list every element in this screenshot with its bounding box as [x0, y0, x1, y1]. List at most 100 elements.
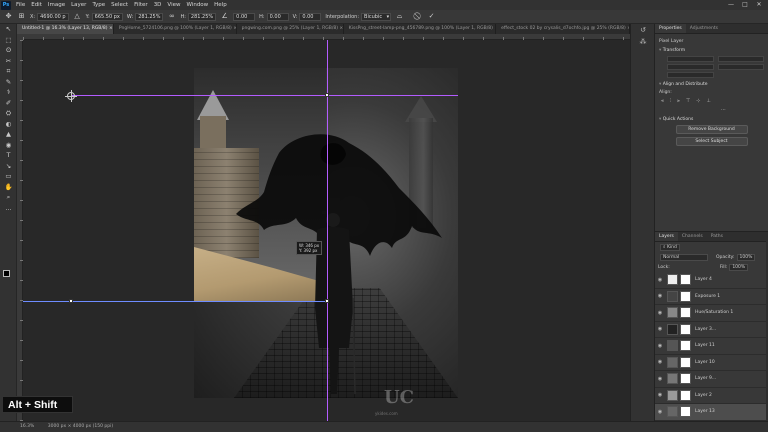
layer-mask-thumbnail[interactable]	[680, 356, 691, 368]
align-right-icon[interactable]: ⫸	[677, 98, 680, 104]
menu-help[interactable]: Help	[211, 0, 230, 10]
tool-icon-9[interactable]: ◐	[0, 119, 17, 130]
transform-handle-bottom-right[interactable]	[325, 299, 329, 303]
commit-transform-icon[interactable]: ✓	[427, 12, 436, 21]
reference-point-crosshair-icon[interactable]	[65, 90, 77, 102]
tool-icon-1[interactable]: ⬚	[0, 35, 17, 46]
tab-effect-stock[interactable]: effect_stock 02 by crysalis_d7ochfo.jpg …	[496, 24, 630, 34]
layer-mask-thumbnail[interactable]	[680, 274, 691, 286]
v-skew-value[interactable]: 0.00	[299, 12, 322, 21]
delta-icon[interactable]: △	[73, 12, 82, 21]
move-tool-icon[interactable]: ✥	[4, 12, 13, 21]
canvas-area[interactable]: W: 346 px Y: 392 px UC ykides.com	[23, 40, 630, 421]
visibility-eye-icon[interactable]: ◉	[655, 293, 665, 299]
transform-y-field[interactable]	[717, 64, 764, 70]
tool-icon-10[interactable]: ▲	[0, 129, 17, 140]
layer-row[interactable]: ◉ Layer 4	[655, 272, 768, 289]
y-field[interactable]: Y: 665.50 px	[86, 12, 123, 21]
warp-icon[interactable]: ⌓	[395, 12, 404, 21]
opacity-input[interactable]: 100%	[736, 253, 756, 261]
menu-select[interactable]: Select	[108, 0, 131, 10]
h-skew-field[interactable]: H: 0.00	[259, 12, 289, 21]
transform-section-title[interactable]: Transform	[659, 48, 764, 53]
tool-icon-7[interactable]: ✐	[0, 98, 17, 109]
visibility-eye-icon[interactable]: ◉	[655, 343, 665, 349]
layer-row[interactable]: ◉ Hue/Saturation 1	[655, 305, 768, 322]
menu-file[interactable]: File	[13, 0, 28, 10]
y-value[interactable]: 665.50 px	[91, 12, 123, 21]
visibility-eye-icon[interactable]: ◉	[655, 359, 665, 365]
interpolation-field[interactable]: Interpolation: Bicubic	[325, 12, 392, 21]
align-top-icon[interactable]: ⊤	[686, 98, 690, 104]
tool-icon-2[interactable]: ʘ	[0, 45, 17, 56]
angle-field[interactable]: 0.00	[233, 12, 256, 21]
tab-layers[interactable]: Layers	[655, 232, 678, 241]
tab-kisspng[interactable]: KissPng_street-lamp-png_456789.png @ 100…	[344, 24, 497, 34]
menu-window[interactable]: Window	[183, 0, 211, 10]
w-value[interactable]: 281.25%	[135, 12, 164, 21]
menu-view[interactable]: View	[164, 0, 183, 10]
v-skew-field[interactable]: V: 0.00	[293, 12, 322, 21]
tool-icon-16[interactable]: ⌕	[0, 192, 17, 203]
x-field[interactable]: X: 4690.00 p	[30, 12, 69, 21]
cancel-transform-icon[interactable]: ⃠	[414, 12, 423, 21]
tool-icon-17[interactable]: …	[0, 203, 17, 214]
menu-image[interactable]: Image	[45, 0, 68, 10]
maximize-icon[interactable]: □	[738, 0, 752, 10]
tool-icon-6[interactable]: ⚕	[0, 87, 17, 98]
transform-w-field[interactable]	[667, 56, 714, 62]
quick-actions-title[interactable]: Quick Actions	[659, 117, 764, 122]
width-field[interactable]: W: 281.25%	[127, 12, 164, 21]
menu-3d[interactable]: 3D	[151, 0, 165, 10]
reference-point-icon[interactable]: ⊞	[17, 12, 26, 21]
layer-row[interactable]: ◉ Layer 2	[655, 388, 768, 404]
select-subject-button[interactable]: Select Subject	[675, 137, 748, 146]
visibility-eye-icon[interactable]: ◉	[655, 376, 665, 382]
tool-icon-13[interactable]: ↘	[0, 161, 17, 172]
kind-filter-select[interactable]: ⌕ Kind	[660, 243, 680, 251]
angle-value[interactable]: 0.00	[233, 12, 256, 21]
layer-row[interactable]: ◉ Layer 9...	[655, 371, 768, 388]
foreground-color-swatch[interactable]	[3, 270, 10, 277]
zoom-level[interactable]: 16.3%	[20, 424, 34, 429]
h-skew-value[interactable]: 0.00	[266, 12, 289, 21]
layer-row[interactable]: ◉ Layer 11	[655, 338, 768, 355]
close-icon[interactable]: ✕	[752, 0, 766, 10]
tab-untitled-1[interactable]: Untitled-1 @ 16.3% (Layer 13, RGB/8) ×	[17, 24, 114, 34]
align-left-icon[interactable]: ⫷	[661, 98, 664, 104]
layer-mask-thumbnail[interactable]	[680, 389, 691, 401]
tool-icon-4[interactable]: ⌗	[0, 66, 17, 77]
x-value[interactable]: 4690.00 p	[37, 12, 69, 21]
more-options-icon[interactable]: ···	[721, 107, 726, 113]
tool-icon-5[interactable]: ✎	[0, 77, 17, 88]
tool-icon-15[interactable]: ✋	[0, 182, 17, 193]
minimize-icon[interactable]: —	[724, 0, 738, 10]
document-canvas[interactable]	[194, 68, 458, 398]
tab-channels[interactable]: Channels	[678, 232, 707, 241]
blend-mode-select[interactable]: Normal	[660, 253, 708, 261]
align-section-title[interactable]: Align and Distribute	[659, 82, 764, 87]
menu-type[interactable]: Type	[89, 0, 108, 10]
history-icon[interactable]: ↺	[631, 24, 655, 36]
layer-row[interactable]: ◉ Exposure 1	[655, 289, 768, 305]
align-center-h-icon[interactable]: ⫶	[670, 98, 671, 104]
tab-adjustments[interactable]: Adjustments	[686, 24, 722, 33]
brush-settings-icon[interactable]: ⁂	[631, 36, 655, 48]
visibility-eye-icon[interactable]: ◉	[655, 326, 665, 332]
layer-mask-thumbnail[interactable]	[680, 323, 691, 335]
visibility-eye-icon[interactable]: ◉	[655, 277, 665, 283]
layer-mask-thumbnail[interactable]	[680, 373, 691, 385]
height-field[interactable]: H: 281.25%	[180, 12, 217, 21]
tool-icon-11[interactable]: ◉	[0, 140, 17, 151]
transform-handle-top[interactable]	[325, 93, 329, 97]
transform-h-field[interactable]	[717, 56, 764, 62]
visibility-eye-icon[interactable]: ◉	[655, 392, 665, 398]
layer-mask-thumbnail[interactable]	[680, 290, 691, 302]
fill-input[interactable]: 100%	[729, 263, 749, 271]
align-bottom-icon[interactable]: ⊥	[706, 98, 710, 104]
layer-mask-thumbnail[interactable]	[680, 406, 691, 418]
layer-row[interactable]: ◉ Layer 3...	[655, 322, 768, 338]
transform-angle-field[interactable]	[667, 72, 714, 78]
interpolation-select[interactable]: Bicubic	[361, 12, 392, 21]
document-info[interactable]: 3000 px × 4000 px (150 ppi)	[48, 424, 113, 429]
